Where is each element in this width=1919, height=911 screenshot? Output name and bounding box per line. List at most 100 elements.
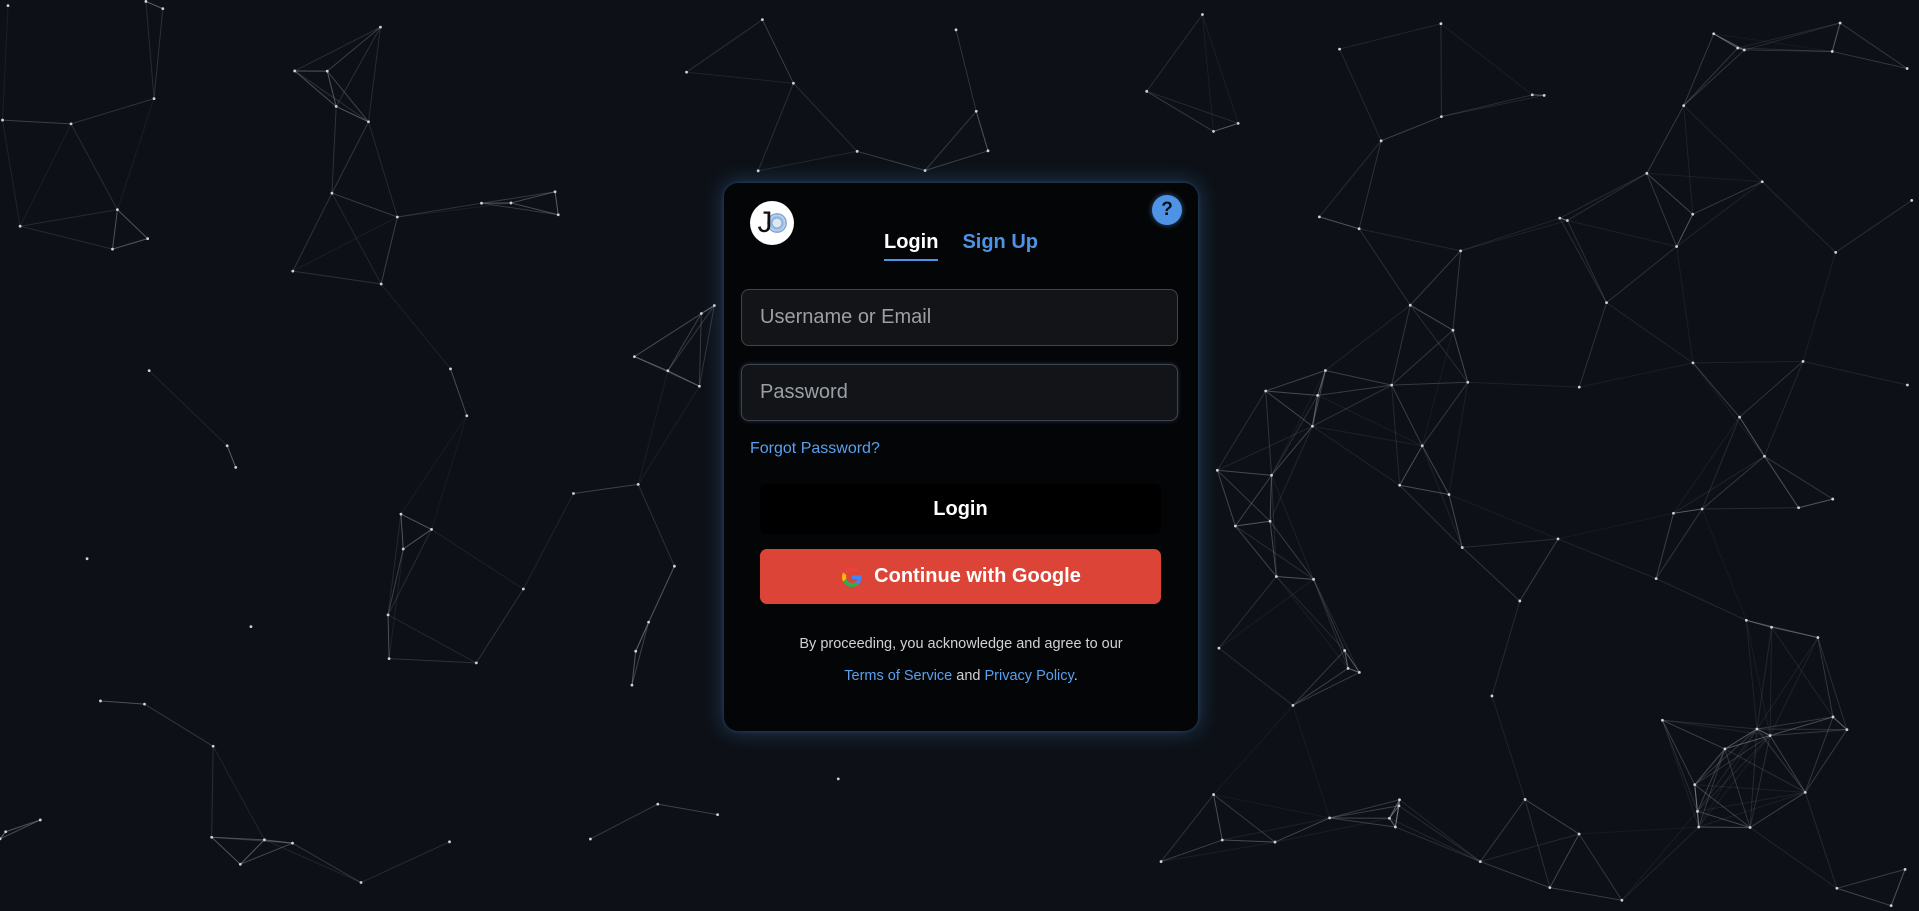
network-edge bbox=[573, 483, 639, 494]
tab-login[interactable]: Login bbox=[884, 231, 939, 261]
network-edge bbox=[667, 313, 702, 372]
network-edge bbox=[1835, 200, 1912, 253]
network-edge bbox=[1265, 390, 1318, 396]
network-edge bbox=[292, 842, 362, 883]
network-edge bbox=[1694, 735, 1771, 786]
network-edge bbox=[1676, 181, 1763, 247]
network-node bbox=[1565, 219, 1569, 222]
network-node bbox=[974, 109, 978, 113]
network-edge bbox=[145, 1, 155, 99]
network-node bbox=[448, 840, 451, 844]
network-edge bbox=[1702, 507, 1799, 510]
network-edge bbox=[1391, 385, 1401, 486]
network-node bbox=[325, 69, 329, 73]
network-edge bbox=[1836, 868, 1906, 889]
network-node bbox=[1700, 507, 1704, 511]
google-login-button[interactable]: Continue with Google bbox=[760, 549, 1161, 604]
network-edge bbox=[1325, 370, 1392, 386]
network-edge bbox=[1761, 181, 1837, 253]
network-edge bbox=[211, 836, 293, 844]
network-edge bbox=[1491, 695, 1526, 800]
network-edge bbox=[360, 841, 450, 883]
password-input[interactable] bbox=[741, 364, 1178, 421]
network-edge bbox=[1694, 728, 1758, 786]
network-node bbox=[509, 201, 513, 205]
network-node bbox=[1530, 93, 1534, 97]
network-edge bbox=[1749, 827, 1838, 889]
network-node bbox=[293, 69, 297, 73]
forgot-password-link[interactable]: Forgot Password? bbox=[750, 440, 880, 458]
network-edge bbox=[1391, 381, 1468, 386]
legal-suffix: . bbox=[1073, 668, 1078, 684]
network-edge bbox=[1292, 671, 1360, 706]
network-edge bbox=[1673, 508, 1703, 514]
network-edge bbox=[1756, 716, 1834, 730]
network-node bbox=[238, 862, 242, 866]
network-edge bbox=[1271, 395, 1319, 476]
network-edge bbox=[1339, 23, 1442, 50]
network-node bbox=[1672, 511, 1675, 515]
network-edge bbox=[1839, 22, 1908, 69]
network-node bbox=[1693, 783, 1697, 787]
network-node bbox=[465, 414, 469, 418]
network-edge bbox=[1217, 425, 1313, 471]
network-edge bbox=[590, 803, 658, 840]
network-edge bbox=[1391, 329, 1454, 386]
network-edge bbox=[388, 548, 404, 659]
network-edge bbox=[1802, 360, 1908, 386]
network-node bbox=[1460, 546, 1464, 549]
network-edge bbox=[1399, 484, 1463, 548]
network-edge bbox=[1606, 302, 1694, 364]
login-button[interactable]: Login bbox=[760, 484, 1161, 534]
legal-and: and bbox=[956, 668, 981, 684]
network-edge bbox=[1317, 394, 1423, 447]
question-mark-icon[interactable]: ? bbox=[1152, 195, 1182, 225]
network-node bbox=[1803, 790, 1807, 794]
network-edge bbox=[294, 70, 369, 123]
network-edge bbox=[857, 150, 926, 171]
network-node bbox=[1682, 104, 1686, 108]
network-edge bbox=[1683, 49, 1745, 106]
terms-of-service-link[interactable]: Terms of Service bbox=[844, 668, 952, 684]
network-edge bbox=[112, 209, 118, 250]
privacy-policy-link[interactable]: Privacy Policy bbox=[985, 668, 1074, 684]
username-input[interactable] bbox=[741, 289, 1178, 346]
network-node bbox=[249, 625, 253, 629]
network-edge bbox=[117, 209, 149, 240]
network-edge bbox=[1756, 627, 1773, 730]
network-edge bbox=[1802, 252, 1837, 362]
network-edge bbox=[1698, 728, 1758, 828]
network-node bbox=[116, 208, 119, 212]
network-edge bbox=[1462, 538, 1559, 549]
network-edge bbox=[331, 192, 382, 285]
network-edge bbox=[153, 8, 164, 99]
network-edge bbox=[326, 26, 381, 72]
network-edge bbox=[1655, 508, 1703, 579]
network-edge bbox=[1235, 520, 1271, 527]
network-node bbox=[379, 282, 383, 286]
network-node bbox=[161, 7, 165, 11]
network-edge bbox=[1222, 839, 1276, 843]
network-edge bbox=[1440, 23, 1533, 96]
network-edge bbox=[1271, 425, 1313, 476]
network-edge bbox=[1312, 425, 1423, 447]
network-edge bbox=[1461, 547, 1521, 602]
network-edge bbox=[1441, 94, 1545, 118]
network-node bbox=[673, 564, 676, 568]
network-edge bbox=[387, 614, 477, 664]
network-edge bbox=[211, 746, 214, 838]
network-node bbox=[697, 384, 701, 388]
network-edge bbox=[975, 111, 989, 151]
network-node bbox=[1548, 886, 1552, 890]
network-node bbox=[1, 118, 4, 122]
network-node bbox=[1159, 860, 1163, 863]
network-node bbox=[1393, 825, 1397, 829]
network-edge bbox=[1655, 578, 1747, 621]
network-node bbox=[1440, 115, 1443, 119]
network-edge bbox=[1271, 475, 1277, 577]
network-edge bbox=[657, 803, 718, 816]
tab-sign-up[interactable]: Sign Up bbox=[962, 231, 1038, 261]
network-node bbox=[1217, 646, 1221, 650]
network-edge bbox=[637, 370, 669, 485]
network-edge bbox=[1662, 719, 1758, 730]
